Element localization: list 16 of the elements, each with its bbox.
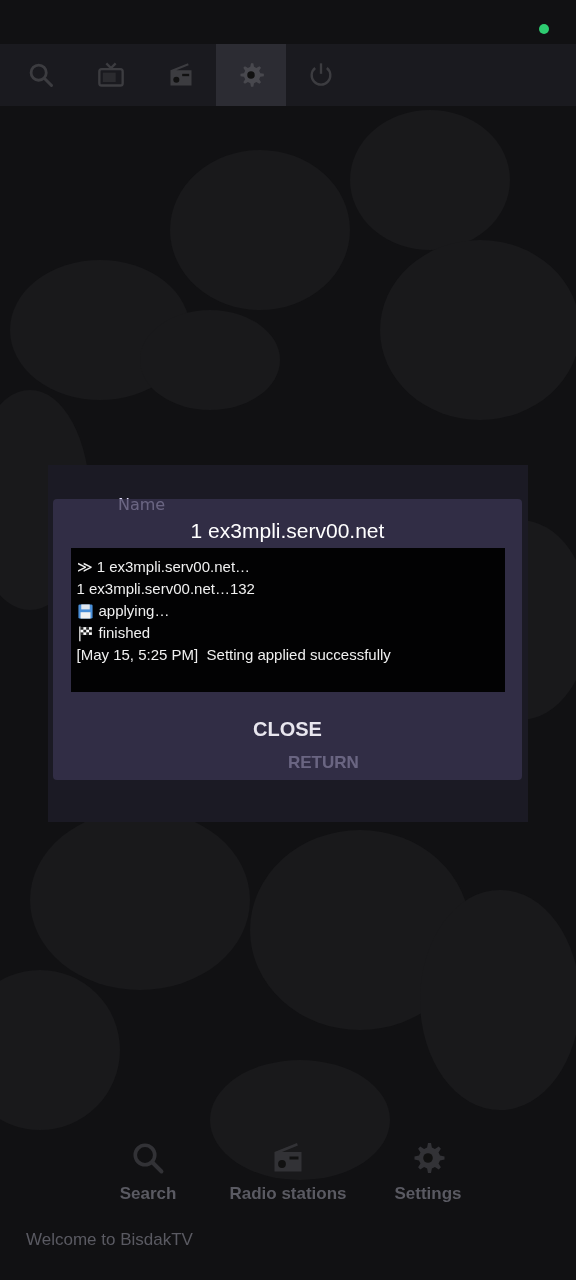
field-label: Name xyxy=(118,495,166,514)
welcome-text: Welcome to BisdakTV xyxy=(26,1230,194,1250)
dialog-title: 1 ex3mpli.serv00.net xyxy=(190,518,385,544)
search-icon xyxy=(27,61,55,89)
tv-icon xyxy=(97,61,125,89)
checkered-flag-icon xyxy=(76,624,94,642)
nav-item[interactable]: Settings xyxy=(373,1140,483,1204)
search-icon xyxy=(130,1140,166,1176)
log-line: ≫ 1 ex3mpli.serv00.net… xyxy=(76,557,252,577)
tab[interactable] xyxy=(216,44,286,106)
log-line: 1 ex3mpli.serv00.net…132 xyxy=(76,579,256,599)
log-line: finished xyxy=(98,623,151,643)
log-line: applying… xyxy=(98,601,170,621)
log-line: [May 15, 5:25 PM] Setting applied successfully xyxy=(76,645,392,665)
nav-item[interactable]: Search xyxy=(93,1140,203,1204)
close-button[interactable]: CLOSE xyxy=(243,714,332,745)
